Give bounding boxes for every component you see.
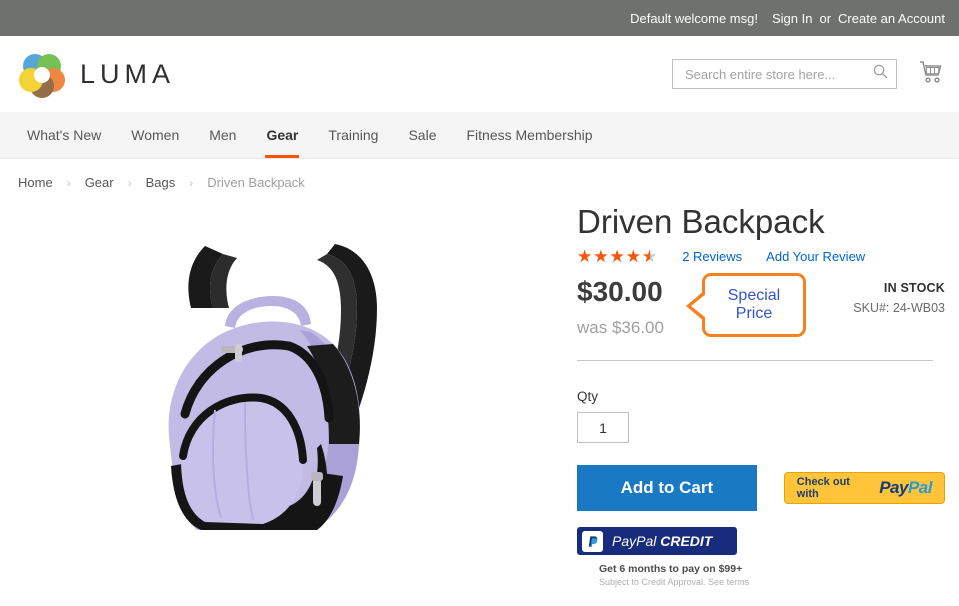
callout-tail-fill [691, 294, 706, 319]
nav-item-fitness-membership[interactable]: Fitness Membership [451, 112, 607, 158]
breadcrumb-item-bags[interactable]: Bags [146, 175, 176, 190]
sign-in-link[interactable]: Sign In [772, 11, 812, 26]
product-main: Driven Backpack ★★★★★ ★★★★★ 2 Reviews Ad… [0, 203, 959, 587]
old-price-label: was [577, 318, 608, 338]
nav-item-gear[interactable]: Gear [251, 112, 313, 158]
status-badge: IN STOCK [883, 281, 945, 296]
page-title: Driven Backpack [577, 203, 825, 240]
old-price: was $36.00 [577, 318, 664, 338]
topbar-separator: or [819, 10, 832, 26]
action-buttons: Add to Cart Check out with PayPal [577, 465, 945, 512]
nav-item-men[interactable]: Men [194, 112, 251, 158]
chevron-right-icon: › [127, 175, 132, 190]
breadcrumb: Home › Gear › Bags › Driven Backpack [0, 159, 959, 204]
logo[interactable]: LUMA [18, 50, 175, 98]
nav-item-sale[interactable]: Sale [393, 112, 451, 158]
sku-label: SKU#: [853, 301, 890, 316]
top-utility-bar: Default welcome msg! Sign In or Create a… [0, 0, 959, 36]
reviews-count-link[interactable]: 2 Reviews [682, 249, 742, 264]
create-account-link[interactable]: Create an Account [838, 11, 945, 26]
breadcrumb-item-current: Driven Backpack [207, 175, 305, 190]
search-input[interactable] [683, 65, 873, 83]
callout-line-1: Special [727, 286, 781, 304]
price-block: $30.00 was $36.00 [577, 275, 664, 338]
divider [577, 360, 933, 362]
paypal-credit-terms-line[interactable]: Subject to Credit Approval. See terms [599, 577, 945, 587]
product-info: Driven Backpack ★★★★★ ★★★★★ 2 Reviews Ad… [559, 203, 945, 587]
paypal-wordmark-pay: Pay [879, 478, 908, 498]
breadcrumb-item-home[interactable]: Home [18, 175, 53, 190]
shopping-cart-icon [919, 60, 943, 89]
special-price: $30.00 [577, 276, 663, 308]
paypal-credit-banner[interactable]: PayPal CREDIT [577, 527, 737, 556]
paypal-wordmark-pal: Pal [907, 478, 933, 498]
paypal-credit-word-credit: CREDIT [660, 533, 713, 550]
product-image[interactable] [14, 204, 559, 584]
chevron-right-icon: › [66, 175, 71, 190]
stock-block: IN STOCK SKU#: 24-WB03 [853, 281, 945, 315]
sku-value: 24-WB03 [892, 301, 945, 316]
paypal-button-prefix: Check out with [796, 476, 850, 501]
sku: SKU#: 24-WB03 [853, 301, 945, 315]
main-navigation: What's New Women Men Gear Training Sale … [0, 112, 959, 159]
paypal-wordmark: PayPal [879, 478, 932, 498]
paypal-monogram-icon [582, 530, 603, 552]
cart-button[interactable] [917, 59, 945, 89]
search-icon[interactable] [873, 64, 888, 84]
callout-line-2: Price [735, 305, 773, 323]
product-gallery [14, 204, 559, 587]
old-price-value: $36.00 [611, 318, 664, 338]
paypal-checkout-button[interactable]: Check out with PayPal [783, 472, 945, 505]
paypal-credit-word-paypal: PayPal [612, 533, 657, 550]
logo-text: LUMA [80, 58, 176, 89]
rating-stars-filled: ★★★★★ [577, 248, 650, 266]
chevron-right-icon: › [189, 175, 194, 190]
site-header: LUMA [0, 36, 959, 112]
rating-row: ★★★★★ ★★★★★ 2 Reviews Add Your Review [577, 248, 945, 265]
nav-item-women[interactable]: Women [116, 112, 194, 158]
header-right-group [672, 59, 945, 89]
quantity-stepper[interactable] [577, 412, 629, 444]
search-box[interactable] [672, 59, 897, 89]
paypal-credit-wordmark: PayPal CREDIT [612, 533, 712, 549]
special-price-callout: Special Price [686, 273, 806, 338]
welcome-message: Default welcome msg! [630, 10, 758, 26]
add-to-cart-button[interactable]: Add to Cart [577, 465, 757, 512]
breadcrumb-item-gear[interactable]: Gear [85, 175, 114, 190]
nav-item-whats-new[interactable]: What's New [12, 112, 116, 158]
add-review-link[interactable]: Add Your Review [766, 249, 865, 264]
rating-stars: ★★★★★ ★★★★★ [577, 248, 658, 265]
qty-label: Qty [577, 389, 599, 405]
paypal-credit-promo[interactable]: PayPal CREDIT Get 6 months to pay on $99… [577, 527, 945, 587]
price-row: $30.00 was $36.00 Special Price IN STOCK… [577, 273, 945, 338]
paypal-credit-promo-line: Get 6 months to pay on $99+ [599, 563, 743, 576]
luma-flower-logo-icon [18, 50, 66, 98]
nav-item-training[interactable]: Training [313, 112, 393, 158]
